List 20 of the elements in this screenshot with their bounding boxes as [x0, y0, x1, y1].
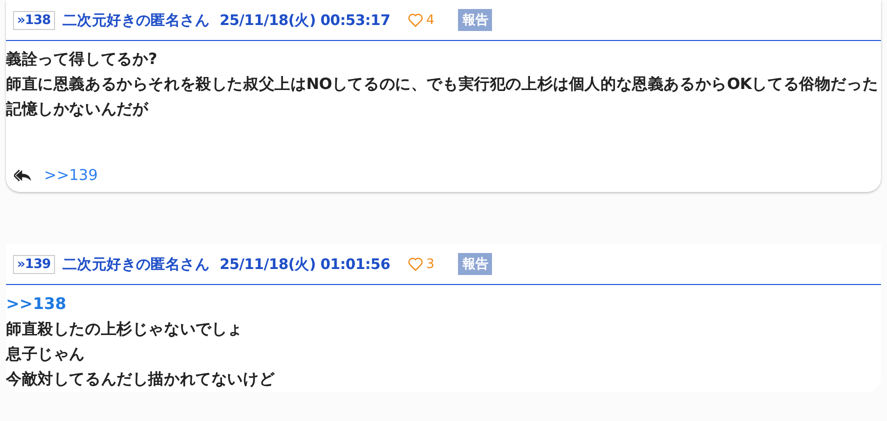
post-number-link[interactable]: »138: [13, 10, 55, 30]
post-text: 師直殺したの上杉じゃないでしょ: [6, 319, 244, 340]
heart-icon: [408, 13, 424, 27]
post-number-link[interactable]: »139: [13, 254, 55, 274]
post-text: 師直に恩義あるからそれを殺した叔父上はNOしてるのに、でも実行犯の上杉は個人的な恩義あるからOKしてる俗物だった記憶しかないんだが: [6, 74, 880, 120]
post-date: 25/11/18(火) 00:53:17: [220, 12, 390, 30]
post-text: 今敵対してるんだし描かれてないけど: [6, 369, 276, 390]
post-date: 25/11/18(火) 01:01:56: [220, 256, 390, 274]
poster-name: 二次元好きの匿名さん: [62, 12, 210, 30]
report-button[interactable]: 報告: [458, 253, 492, 275]
reply-icon: [14, 168, 32, 182]
quote-link[interactable]: >>138: [6, 291, 881, 317]
report-button[interactable]: 報告: [458, 9, 492, 31]
reply-link[interactable]: >>139: [44, 166, 98, 184]
poster-name: 二次元好きの匿名さん: [62, 256, 210, 274]
heart-icon: [408, 257, 424, 271]
post-text: 義詮って得してるか?: [6, 49, 158, 70]
like-button[interactable]: 4: [408, 12, 434, 28]
like-button[interactable]: 3: [408, 256, 434, 272]
post-text: 息子じゃん: [6, 344, 86, 365]
